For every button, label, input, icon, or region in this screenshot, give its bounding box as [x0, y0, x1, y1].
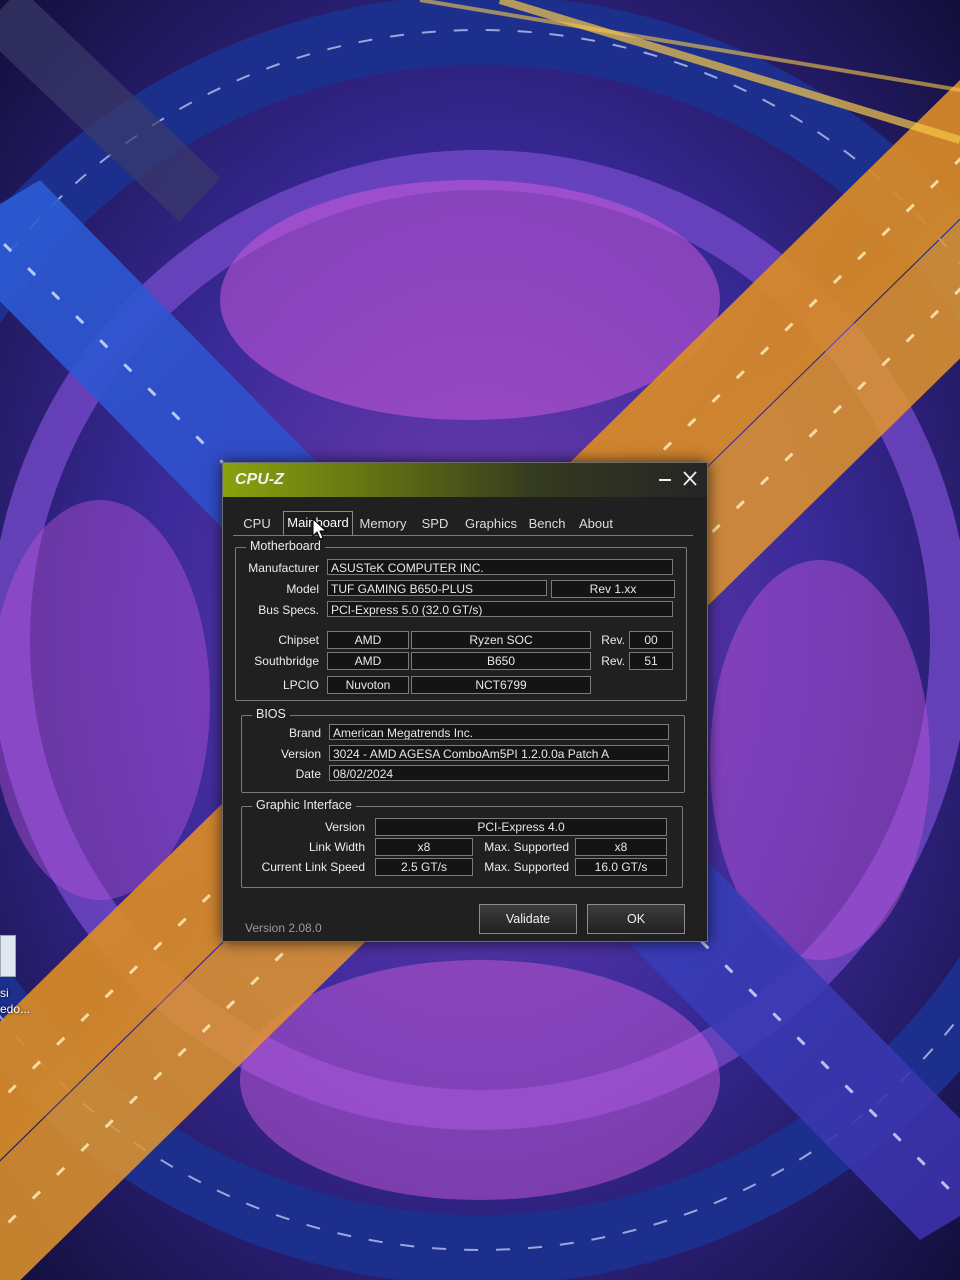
graphic-version-field: PCI-Express 4.0 [375, 818, 667, 836]
bios-version-label: Version [280, 747, 321, 761]
cpuz-window: CPU-Z CPU Mainboard Memory SPD Graphics … [222, 462, 708, 942]
southbridge-name-field: B650 [411, 652, 591, 670]
lpcio-vendor-field: Nuvoton [327, 676, 409, 694]
southbridge-label: Southbridge [254, 654, 319, 668]
minimize-icon[interactable] [655, 469, 675, 489]
southbridge-rev-field: 51 [629, 652, 673, 670]
graphic-interface-title: Graphic Interface [252, 798, 356, 812]
tab-spd[interactable]: SPD [415, 514, 455, 534]
tab-about[interactable]: About [573, 514, 619, 534]
link-width-field: x8 [375, 838, 473, 856]
mouse-cursor-icon [312, 518, 328, 540]
chipset-rev-label: Rev. [601, 633, 625, 647]
southbridge-rev-label: Rev. [601, 654, 625, 668]
bios-brand-label: Brand [288, 726, 321, 740]
bios-group-title: BIOS [252, 707, 290, 721]
tab-graphics[interactable]: Graphics [459, 514, 523, 534]
link-width-max-field: x8 [575, 838, 667, 856]
document-icon [0, 935, 16, 977]
link-speed-field: 2.5 GT/s [375, 858, 473, 876]
link-speed-max-field: 16.0 GT/s [575, 858, 667, 876]
model-rev-field: Rev 1.xx [551, 580, 675, 598]
lpcio-label: LPCIO [282, 678, 319, 692]
link-speed-label: Current Link Speed [261, 860, 365, 874]
link-width-max-label: Max. Supported [484, 840, 569, 854]
graphic-version-label: Version [324, 820, 365, 834]
bus-specs-label: Bus Specs. [258, 603, 319, 617]
manufacturer-field: ASUSTeK COMPUTER INC. [327, 559, 673, 575]
bios-version-field: 3024 - AMD AGESA ComboAm5PI 1.2.0.0a Pat… [329, 745, 669, 761]
version-text: Version 2.08.0 [245, 921, 322, 935]
desktop-file-label: si edo... [0, 986, 31, 1016]
title-bar[interactable]: CPU-Z [223, 463, 707, 497]
link-width-label: Link Width [308, 840, 365, 854]
bus-specs-field: PCI-Express 5.0 (32.0 GT/s) [327, 601, 673, 617]
bios-brand-field: American Megatrends Inc. [329, 724, 669, 740]
lpcio-name-field: NCT6799 [411, 676, 591, 694]
ok-button[interactable]: OK [587, 904, 685, 934]
validate-button[interactable]: Validate [479, 904, 577, 934]
model-field: TUF GAMING B650-PLUS [327, 580, 547, 596]
chipset-label: Chipset [278, 633, 319, 647]
link-speed-max-label: Max. Supported [484, 860, 569, 874]
model-label: Model [286, 582, 319, 596]
chipset-name-field: Ryzen SOC [411, 631, 591, 649]
chipset-rev-field: 00 [629, 631, 673, 649]
manufacturer-label: Manufacturer [248, 561, 319, 575]
southbridge-vendor-field: AMD [327, 652, 409, 670]
bios-date-label: Date [295, 767, 321, 781]
chipset-vendor-field: AMD [327, 631, 409, 649]
tab-bench[interactable]: Bench [525, 514, 569, 534]
close-icon[interactable] [679, 469, 701, 489]
window-title: CPU-Z [235, 471, 284, 488]
tab-memory[interactable]: Memory [355, 514, 411, 534]
bios-date-field: 08/02/2024 [329, 765, 669, 781]
tab-divider [233, 535, 693, 536]
desktop-file-icon[interactable]: si edo... [0, 935, 40, 1025]
tab-cpu[interactable]: CPU [235, 514, 279, 534]
